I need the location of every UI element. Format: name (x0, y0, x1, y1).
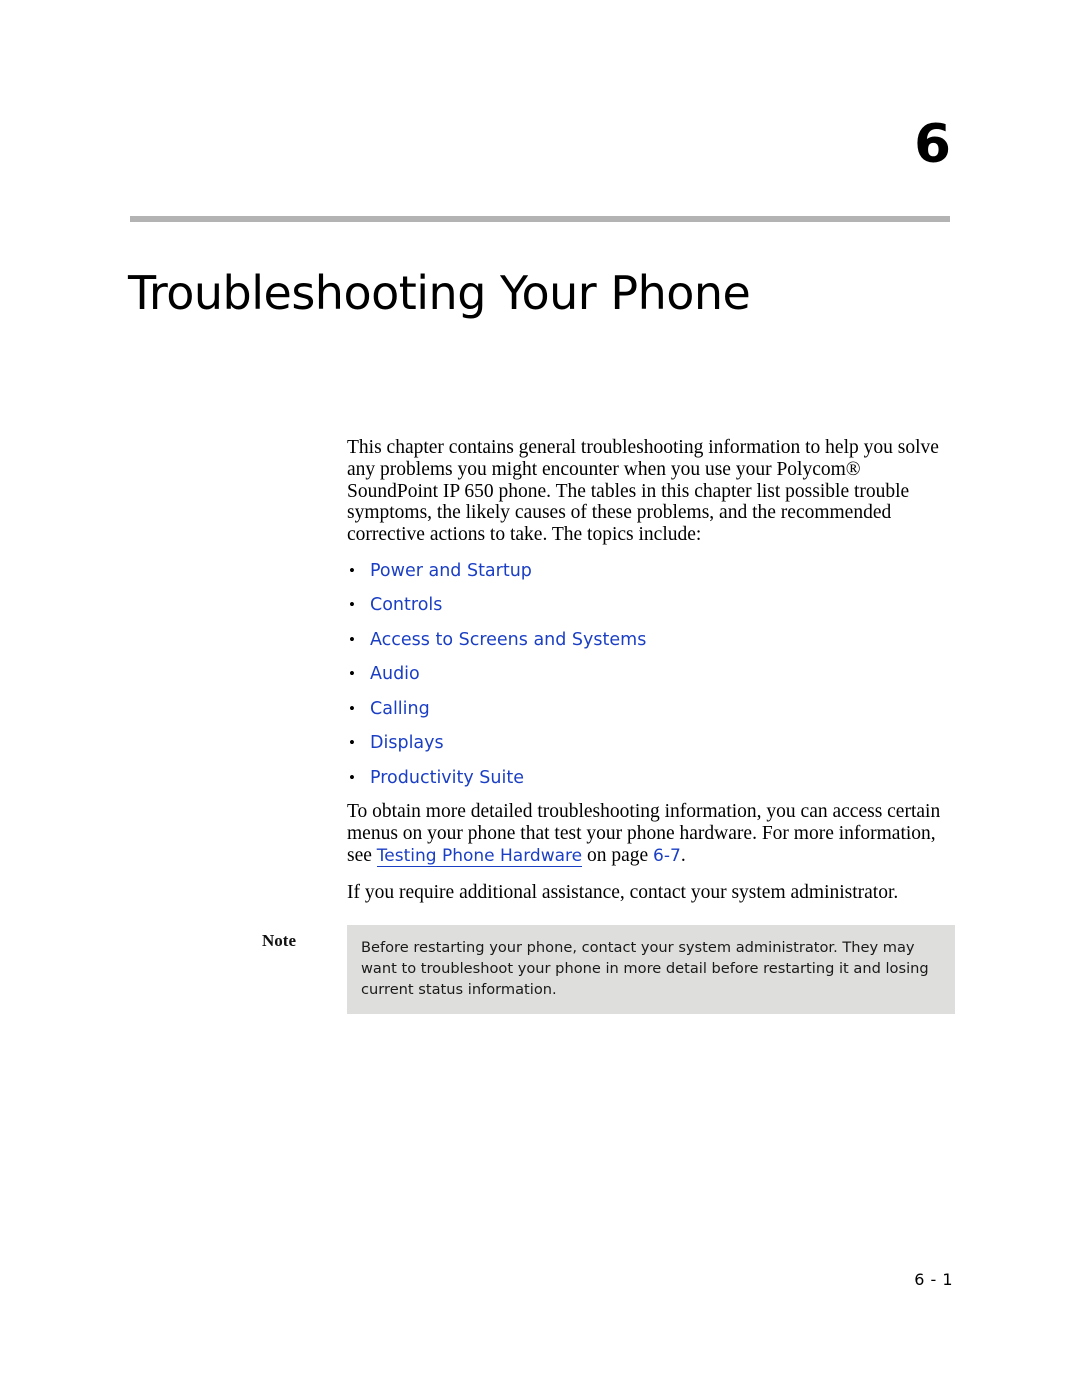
detail-line-1: To obtain more detailed troubleshooting … (347, 801, 941, 823)
detail-line-3-prefix: see (347, 845, 377, 867)
list-item: • Audio (347, 663, 955, 685)
list-item: • Displays (347, 732, 955, 754)
note-text: Before restarting your phone, contact yo… (361, 939, 929, 998)
body-content: This chapter contains general troublesho… (347, 437, 955, 904)
topic-link-controls[interactable]: Controls (370, 595, 442, 615)
topic-link-audio[interactable]: Audio (370, 664, 420, 684)
bullet-dot: • (349, 595, 355, 615)
list-item: • Productivity Suite (347, 767, 955, 789)
topic-link-calling[interactable]: Calling (370, 699, 430, 719)
title-divider (130, 216, 950, 222)
detail-line-3-end: . (680, 845, 686, 867)
note-label: Note (262, 931, 296, 950)
topics-list: • Power and Startup • Controls • Access … (347, 560, 955, 789)
topic-link-access-to-screens-and-systems[interactable]: Access to Screens and Systems (370, 630, 646, 650)
chapter-number: 6 (914, 114, 951, 175)
page-footer: 6 - 1 (914, 1270, 953, 1289)
topic-link-productivity-suite[interactable]: Productivity Suite (370, 768, 524, 788)
page-title: Troubleshooting Your Phone (128, 265, 751, 320)
intro-paragraph: This chapter contains general troublesho… (347, 437, 939, 546)
list-item: • Access to Screens and Systems (347, 629, 955, 651)
topic-link-power-and-startup[interactable]: Power and Startup (370, 561, 532, 581)
detail-line-2: menus on your phone that test your phone… (347, 823, 936, 845)
bullet-dot: • (349, 629, 355, 649)
bullet-dot: • (349, 664, 355, 684)
bullet-dot: • (349, 560, 355, 580)
page-reference-link[interactable]: 6-7 (653, 846, 681, 866)
bullet-dot: • (349, 698, 355, 718)
testing-phone-hardware-link[interactable]: Testing Phone Hardware (376, 846, 583, 868)
list-item: • Calling (347, 698, 955, 720)
note-box: Before restarting your phone, contact yo… (347, 925, 955, 1014)
bullet-dot: • (349, 733, 355, 753)
detail-line-3-mid: on page (582, 845, 654, 867)
bullet-dot: • (349, 767, 355, 787)
assistance-paragraph: If you require additional assistance, co… (347, 881, 899, 903)
topic-link-displays[interactable]: Displays (370, 733, 444, 753)
document-page: 6 Troubleshooting Your Phone This chapte… (0, 0, 1080, 1397)
detail-paragraph: To obtain more detailed troubleshooting … (347, 801, 955, 868)
list-item: • Power and Startup (347, 560, 955, 582)
list-item: • Controls (347, 594, 955, 616)
